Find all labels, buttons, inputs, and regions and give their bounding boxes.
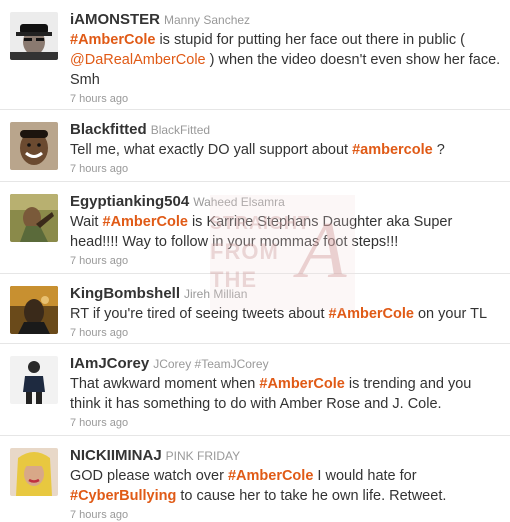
tweet-timestamp[interactable]: 7 hours ago — [70, 509, 504, 521]
tweet-handle[interactable]: IAmJCorey — [70, 355, 149, 372]
tweet-text: Tell me, what exactly DO yall support ab… — [70, 140, 504, 160]
hashtag-link[interactable]: #AmberCole — [70, 32, 155, 48]
tweet: KingBombshell Jireh Millian RT if you're … — [0, 274, 510, 344]
tweet-real-name[interactable]: Waheed Elsamra — [193, 195, 285, 209]
tweet-text-part: I would hate for — [313, 468, 417, 484]
tweet: iAMONSTER Manny Sanchez #AmberCole is stu… — [0, 0, 510, 110]
tweet-timestamp[interactable]: 7 hours ago — [70, 163, 504, 175]
tweet-handle[interactable]: Blackfitted — [70, 121, 147, 138]
tweet-text-part: That awkward moment when — [70, 376, 260, 392]
tweet-text-part: RT if you're tired of seeing tweets abou… — [70, 306, 329, 322]
tweet-real-name[interactable]: Manny Sanchez — [164, 13, 250, 27]
hashtag-link[interactable]: #AmberCole — [228, 468, 313, 484]
avatar[interactable] — [10, 12, 58, 60]
person-blonde-icon — [10, 448, 58, 496]
avatar[interactable] — [10, 356, 58, 404]
tweet: NICKIIMINAJ PINK FRIDAY GOD please watch … — [0, 436, 510, 522]
hashtag-link[interactable]: #CyberBullying — [70, 488, 176, 504]
tweet: Egyptianking504 Waheed Elsamra Wait #Ambe… — [0, 182, 510, 274]
hashtag-link[interactable]: #AmberCole — [259, 376, 344, 392]
tweet-real-name[interactable]: Jireh Millian — [184, 287, 247, 301]
tweet-text: #AmberCole is stupid for putting her fac… — [70, 30, 504, 90]
tweet-timestamp[interactable]: 7 hours ago — [70, 417, 504, 429]
tweet-text: Wait #AmberCole is Karrine Stephans Daug… — [70, 212, 504, 252]
avatar[interactable] — [10, 448, 58, 496]
avatar[interactable] — [10, 194, 58, 242]
person-smiling-icon — [10, 122, 58, 170]
tweet-handle[interactable]: KingBombshell — [70, 285, 180, 302]
tweet-text-part: to cause her to take he own life. Retwee… — [176, 488, 447, 504]
tweet-timestamp[interactable]: 7 hours ago — [70, 93, 504, 105]
tweet-text: GOD please watch over #AmberCole I would… — [70, 466, 504, 506]
tweet-real-name[interactable]: JCorey #TeamJCorey — [153, 357, 268, 371]
tweet-handle[interactable]: NICKIIMINAJ — [70, 447, 162, 464]
tweet-text-part: Tell me, what exactly DO yall support ab… — [70, 142, 353, 158]
tweet-text-part: ? — [432, 142, 445, 158]
tweet-real-name[interactable]: BlackFitted — [151, 123, 210, 137]
tweet-text-part: is stupid for putting her face out there… — [155, 32, 465, 48]
avatar[interactable] — [10, 286, 58, 334]
tweet: IAmJCorey JCorey #TeamJCorey That awkward… — [0, 344, 510, 436]
tweet-real-name[interactable]: PINK FRIDAY — [166, 449, 240, 463]
hashtag-link[interactable]: #AmberCole — [329, 306, 414, 322]
tweet-text: RT if you're tired of seeing tweets abou… — [70, 304, 504, 324]
tweet-handle[interactable]: Egyptianking504 — [70, 193, 189, 210]
tweet-text: That awkward moment when #AmberCole is t… — [70, 374, 504, 414]
tweet-text-part: Wait — [70, 214, 103, 230]
tweet-handle[interactable]: iAMONSTER — [70, 11, 160, 28]
mention-link[interactable]: @DaRealAmberCole — [70, 52, 206, 68]
person-standing-icon — [10, 356, 58, 404]
person-hat-icon — [10, 12, 58, 60]
avatar[interactable] — [10, 122, 58, 170]
hashtag-link[interactable]: #AmberCole — [103, 214, 188, 230]
tweet-timestamp[interactable]: 7 hours ago — [70, 327, 504, 339]
tweet-feed: iAMONSTER Manny Sanchez #AmberCole is stu… — [0, 0, 510, 522]
person-dark-icon — [10, 286, 58, 334]
person-outdoor-icon — [10, 194, 58, 242]
tweet-timestamp[interactable]: 7 hours ago — [70, 255, 504, 267]
hashtag-link[interactable]: #ambercole — [352, 142, 433, 158]
tweet-text-part: GOD please watch over — [70, 468, 228, 484]
tweet: Blackfitted BlackFitted Tell me, what exa… — [0, 110, 510, 182]
tweet-text-part: on your TL — [413, 306, 488, 322]
